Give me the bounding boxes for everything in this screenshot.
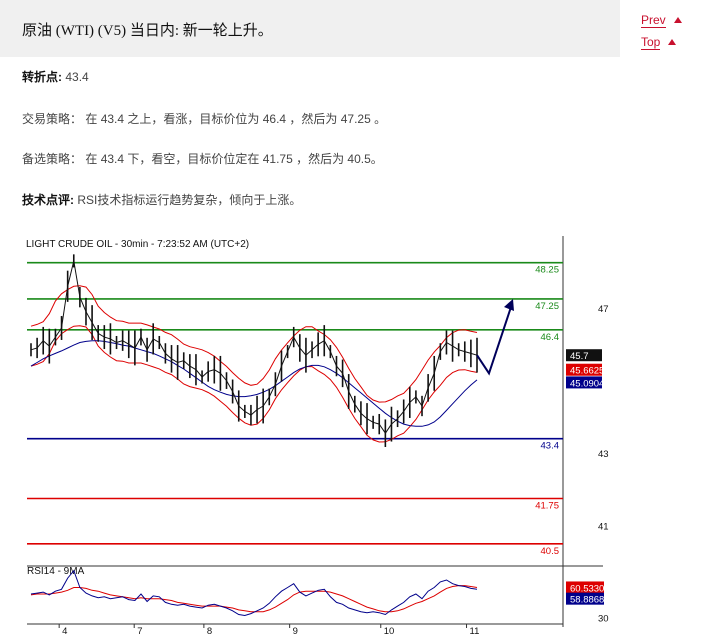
time-tick-label-1: 7	[137, 626, 142, 637]
price-tick-label-0: 47	[598, 304, 609, 315]
level-label-5: 40.5	[541, 546, 560, 557]
strategy-line: 交易策略： 在 43.4 之上，看涨，目标价位为 46.4 ，然后为 47.25…	[22, 110, 386, 127]
alternative-label: 备选策略：	[22, 152, 83, 166]
alternative-line: 备选策略： 在 43.4 下，看空，目标价位定在 41.75 ，然后为 40.5…	[22, 150, 383, 167]
price-chart: LIGHT CRUDE OIL - 30min - 7:23:52 AM (UT…	[26, 236, 609, 637]
prev-link[interactable]: Prev	[641, 13, 682, 28]
rsi-line	[30, 569, 478, 617]
pivot-value: 43.4	[65, 70, 89, 84]
price-tick-label-1: 43	[598, 449, 609, 460]
level-label-4: 41.75	[535, 501, 559, 512]
level-label-3: 43.4	[541, 441, 560, 452]
pivot-label: 转折点:	[22, 70, 62, 84]
rsi-tick-label-0: 30	[598, 613, 609, 624]
page-header: 原油 (WTI) (V5) 当日内: 新一轮上升。	[0, 0, 620, 57]
pivot-line: 转折点: 43.4	[22, 68, 89, 85]
arrow-up-icon	[673, 17, 682, 23]
price-badge-label-1: 45.6625	[570, 366, 604, 377]
prev-label[interactable]: Prev	[641, 13, 666, 28]
page-title: 原油 (WTI) (V5) 当日内: 新一轮上升。	[22, 23, 273, 39]
time-tick-label-2: 8	[207, 626, 212, 637]
top-link[interactable]: Top	[641, 35, 677, 50]
price-tick-label-2: 41	[598, 522, 609, 533]
alternative-text: 在 43.4 下，看空，目标价位定在 41.75 ，然后为 40.5。	[85, 152, 383, 166]
time-tick-label-3: 9	[293, 626, 298, 637]
main-chart-title: LIGHT CRUDE OIL - 30min - 7:23:52 AM (UT…	[26, 239, 249, 250]
time-tick-label-4: 10	[384, 626, 395, 637]
comment-label: 技术点评:	[22, 193, 74, 207]
level-label-2: 46.4	[541, 332, 560, 343]
level-label-0: 48.25	[535, 265, 559, 276]
arrow-up-icon	[668, 39, 677, 45]
bollinger-upper-line	[30, 285, 478, 403]
forecast-arrow-line	[476, 306, 512, 376]
comment-line: 技术点评: RSI技术指标运行趋势复杂，倾向于上涨。	[22, 191, 301, 208]
time-tick-label-5: 11	[470, 626, 480, 637]
top-label[interactable]: Top	[641, 35, 661, 50]
time-tick-label-0: 4	[62, 626, 67, 637]
bollinger-lower-line	[30, 325, 478, 443]
price-badge-label-2: 45.0904	[570, 378, 604, 389]
rsi-badge-label-1: 58.8868	[570, 595, 604, 606]
rsi-ma-line	[30, 585, 478, 613]
strategy-text: 在 43.4 之上，看涨，目标价位为 46.4 ，然后为 47.25 。	[85, 112, 387, 126]
strategy-label: 交易策略：	[22, 112, 83, 126]
level-label-1: 47.25	[535, 301, 559, 312]
comment-text: RSI技术指标运行趋势复杂，倾向于上涨。	[77, 193, 302, 207]
forecast-arrow-head	[504, 298, 514, 311]
price-badge-label-0: 45.7	[570, 351, 589, 362]
